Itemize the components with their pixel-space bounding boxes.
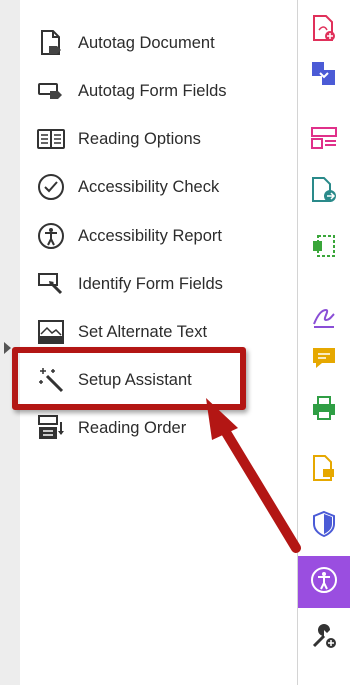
- export-pdf-icon: [310, 176, 338, 209]
- tool-accessibility-report[interactable]: Accessibility Report: [36, 216, 286, 256]
- accessibility-check-icon: [36, 172, 66, 202]
- tool-label: Accessibility Report: [78, 226, 222, 245]
- tool-label: Accessibility Check: [78, 177, 220, 196]
- rail-organize-pages[interactable]: [298, 114, 350, 166]
- rail-scan-ocr[interactable]: [298, 222, 350, 274]
- identify-form-fields-icon: [36, 269, 66, 299]
- tool-label: Autotag Form Fields: [78, 81, 227, 100]
- autotag-form-fields-icon: [36, 76, 66, 106]
- organize-pages-icon: [310, 126, 338, 155]
- set-alternate-text-icon: [36, 317, 66, 347]
- autotag-document-icon: [36, 28, 66, 58]
- accessibility-tools-panel: Autotag Document Autotag Form Fields Rea…: [20, 0, 297, 685]
- rail-accessibility[interactable]: [298, 556, 350, 608]
- tool-setup-assistant[interactable]: Setup Assistant: [36, 360, 286, 400]
- left-gutter: [0, 0, 20, 685]
- tool-autotag-document[interactable]: Autotag Document: [36, 23, 286, 63]
- reading-options-icon: [36, 124, 66, 154]
- panel-expand-arrow-icon[interactable]: [4, 342, 11, 354]
- tool-identify-form-fields[interactable]: Identify Form Fields: [36, 264, 286, 304]
- send-comments-icon: [310, 454, 338, 487]
- fill-sign-icon: [310, 302, 338, 335]
- accessibility-report-icon: [36, 221, 66, 251]
- accessibility-icon: [310, 566, 338, 599]
- scan-ocr-icon: [310, 232, 338, 265]
- rail-comment[interactable]: [298, 334, 350, 386]
- rail-protect[interactable]: [298, 500, 350, 552]
- tool-label: Autotag Document: [78, 33, 215, 52]
- print-production-icon: [310, 394, 338, 427]
- rail-send-comments[interactable]: [298, 444, 350, 496]
- tool-label: Set Alternate Text: [78, 322, 208, 341]
- tool-label: Reading Options: [78, 129, 201, 148]
- tool-accessibility-check[interactable]: Accessibility Check: [36, 167, 286, 207]
- rail-more-tools[interactable]: [298, 612, 350, 664]
- setup-assistant-icon: [36, 365, 66, 395]
- tool-label: Setup Assistant: [78, 370, 192, 389]
- tool-reading-order[interactable]: Reading Order: [36, 408, 286, 448]
- rail-print-production[interactable]: [298, 384, 350, 436]
- reading-order-icon: [36, 413, 66, 443]
- rail-combine-files[interactable]: [298, 50, 350, 102]
- create-pdf-icon: [311, 14, 337, 47]
- rail-export-pdf[interactable]: [298, 166, 350, 218]
- rail-create-pdf[interactable]: [298, 4, 350, 56]
- more-tools-icon: [310, 622, 338, 655]
- tool-autotag-form-fields[interactable]: Autotag Form Fields: [36, 71, 286, 111]
- tool-label: Identify Form Fields: [78, 274, 223, 293]
- comment-icon: [310, 344, 338, 377]
- combine-files-icon: [310, 60, 338, 93]
- tools-right-rail: [298, 0, 350, 685]
- protect-icon: [311, 510, 337, 543]
- tool-reading-options[interactable]: Reading Options: [36, 119, 286, 159]
- tool-label: Reading Order: [78, 418, 187, 437]
- tool-set-alternate-text[interactable]: Set Alternate Text: [36, 312, 286, 352]
